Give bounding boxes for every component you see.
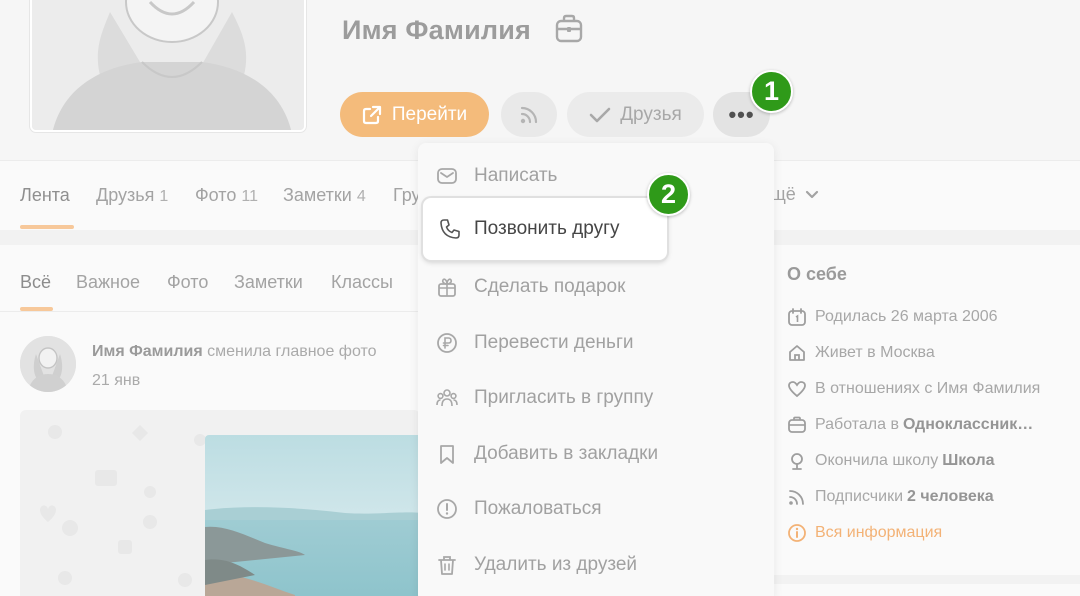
menu-item-label: Позвонить другу	[474, 218, 620, 239]
tab-label: Гру	[393, 185, 421, 205]
hearts-icon	[788, 381, 806, 398]
menu-item-call-friend[interactable]: Позвонить другу	[423, 198, 667, 260]
tab-feed[interactable]: Лента	[20, 185, 70, 206]
menu-item-label: Написать	[474, 165, 558, 186]
menu-item-label: Добавить в закладки	[474, 443, 659, 464]
feed-tab-notes[interactable]: Заметки	[234, 272, 303, 293]
briefcase-icon	[555, 14, 583, 44]
about-followers-prefix: Подписчики	[815, 488, 904, 505]
feed-tab-classes[interactable]: Классы	[331, 272, 393, 293]
about-relationship-text[interactable]: В отношениях с Имя Фамилия	[815, 380, 1040, 398]
about-city-text: Живет в Москва	[815, 344, 935, 361]
profile-photo-silhouette	[32, 0, 304, 130]
tab-photos[interactable]: Фото 11	[195, 185, 258, 206]
rss-icon	[520, 106, 538, 123]
profile-name: Имя Фамилия	[342, 15, 531, 45]
envelope-icon	[437, 168, 457, 184]
friends-button-label: Друзья	[620, 103, 682, 125]
bookmark-icon	[440, 445, 454, 464]
about-school: Окончила школу Школа	[787, 450, 995, 472]
menu-item-label: Пожаловаться	[474, 498, 602, 519]
about-followers-count[interactable]: 2 человека	[907, 488, 994, 506]
step-badge-2: 2	[647, 173, 690, 216]
external-link-icon	[362, 105, 381, 124]
feed-tab-photo[interactable]: Фото	[167, 272, 208, 293]
tab-more[interactable]: щё	[771, 184, 819, 205]
group-icon	[436, 389, 458, 407]
tab-label: Заметки	[283, 185, 352, 205]
rss-icon	[789, 490, 804, 505]
info-icon	[788, 524, 806, 542]
tab-label: Друзья	[96, 185, 155, 205]
tab-count: 1	[159, 188, 169, 205]
menu-item-unfriend[interactable]: Удалить из друзей	[418, 540, 774, 590]
briefcase-icon	[788, 416, 806, 433]
go-button-label: Перейти	[391, 103, 468, 125]
about-work-place[interactable]: Одноклассник…	[903, 416, 1033, 434]
about-work-prefix: Работала в	[815, 416, 899, 433]
about-card-bottom	[768, 584, 1080, 596]
ruble-icon	[437, 333, 457, 353]
chevron-down-icon	[805, 191, 818, 199]
about-school-prefix: Окончила школу	[815, 452, 939, 469]
step-badge-1: 1	[750, 70, 793, 113]
post-headline: Имя Фамилия сменила главное фото	[92, 343, 377, 361]
menu-item-invite-group[interactable]: Пригласить в группу	[418, 373, 774, 423]
about-all-info-link[interactable]: Вся информация	[787, 522, 942, 544]
post-photo[interactable]	[205, 435, 420, 596]
trash-icon	[438, 556, 456, 575]
home-icon	[789, 345, 805, 361]
menu-item-label: Пригласить в группу	[474, 387, 654, 408]
more-dots: •••	[728, 101, 755, 127]
warning-icon	[437, 499, 457, 519]
menu-item-transfer-money[interactable]: Перевести деньги	[418, 318, 774, 368]
about-city: Живет в Москва	[787, 342, 935, 364]
feed-tab-all[interactable]: Всё	[20, 272, 51, 293]
tab-count: 4	[356, 188, 366, 205]
go-button[interactable]: Перейти	[340, 92, 489, 137]
tab-label: Лента	[20, 185, 70, 205]
tab-groups[interactable]: Гру	[393, 185, 421, 206]
post-author-avatar[interactable]	[20, 336, 76, 392]
post-author[interactable]: Имя Фамилия	[92, 343, 203, 360]
calendar-icon	[788, 308, 806, 326]
school-icon	[791, 453, 803, 470]
about-birthday-text: Родилась 26 марта 2006	[815, 308, 998, 325]
friends-button[interactable]: Друзья	[567, 92, 704, 137]
tab-more-label: щё	[771, 184, 796, 204]
phone-icon	[440, 219, 460, 239]
menu-item-label: Сделать подарок	[474, 276, 626, 297]
menu-item-bookmark[interactable]: Добавить в закладки	[418, 429, 774, 479]
gift-icon	[438, 278, 456, 297]
about-relationship: В отношениях с Имя Фамилия	[787, 378, 1040, 400]
tab-friends[interactable]: Друзья 1	[96, 185, 168, 206]
menu-item-report[interactable]: Пожаловаться	[418, 484, 774, 534]
menu-item-write[interactable]: Написать	[418, 151, 774, 201]
tab-active-indicator	[20, 225, 74, 229]
about-work: Работала в Одноклассник…	[787, 414, 1033, 436]
tab-count: 11	[241, 188, 258, 205]
menu-item-label: Удалить из друзей	[474, 554, 638, 575]
menu-item-gift[interactable]: Сделать подарок	[418, 262, 774, 312]
profile-photo[interactable]	[30, 0, 306, 132]
tab-label: Фото	[195, 185, 237, 205]
menu-item-label: Перевести деньги	[474, 332, 634, 353]
feed-tab-important[interactable]: Важное	[76, 272, 140, 293]
about-followers: Подписчики 2 человека	[787, 486, 994, 508]
subscribe-button[interactable]	[501, 92, 557, 137]
check-icon	[589, 107, 611, 122]
about-birthday: Родилась 26 марта 2006	[787, 306, 998, 328]
post-action: сменила главное фото	[207, 343, 377, 360]
post-date: 21 янв	[92, 372, 141, 389]
about-all-info-text: Вся информация	[815, 524, 943, 541]
about-school-name[interactable]: Школа	[942, 452, 994, 470]
tab-notes[interactable]: Заметки 4	[283, 185, 366, 206]
about-title: О себе	[787, 264, 847, 284]
